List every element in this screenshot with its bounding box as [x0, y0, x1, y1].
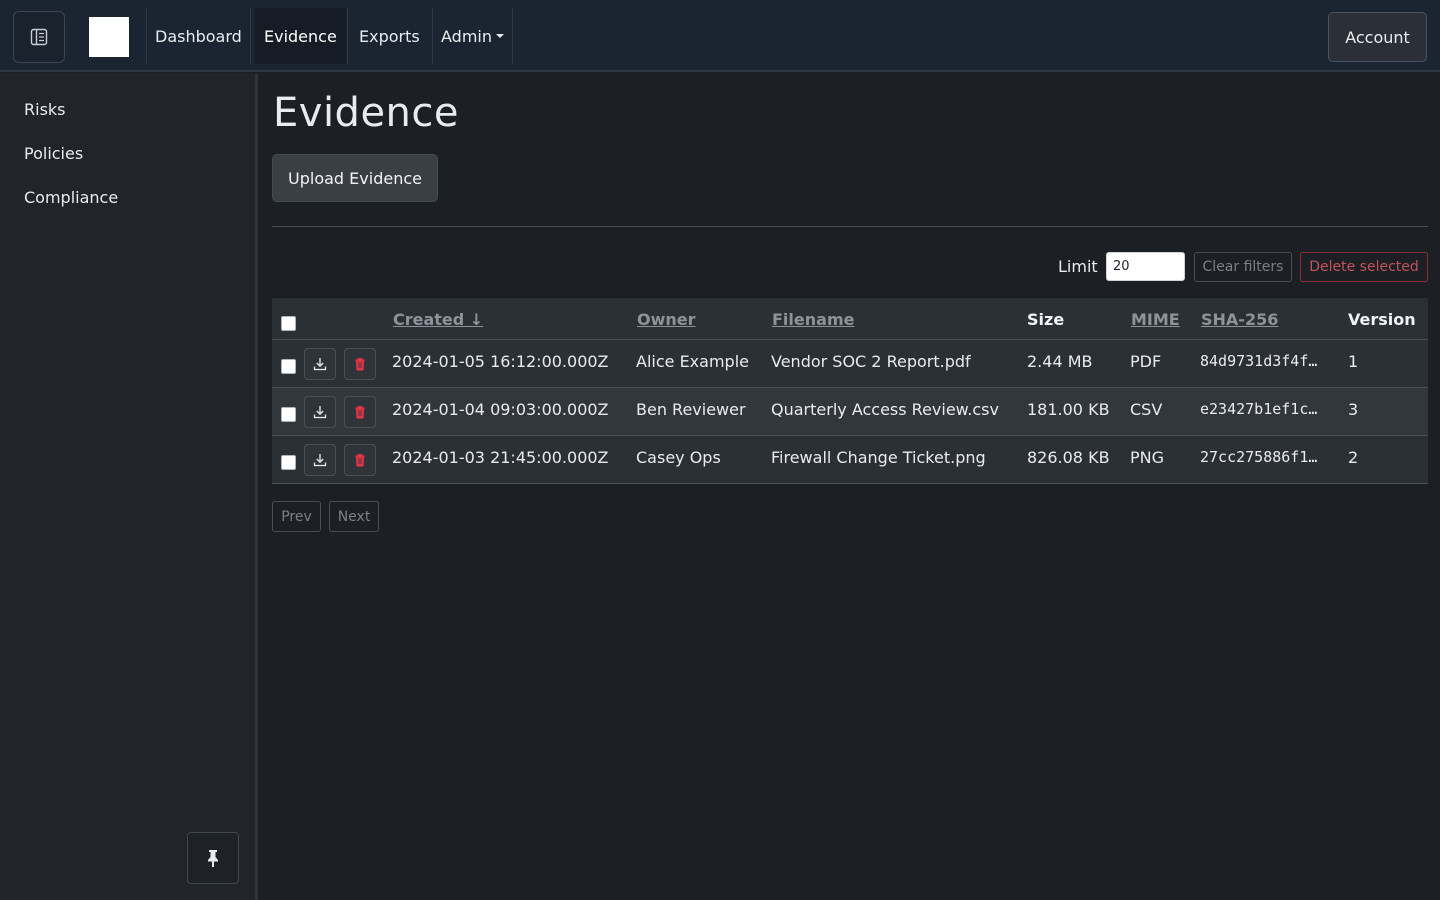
download-button[interactable] [304, 396, 336, 428]
cell-version: 1 [1348, 352, 1359, 371]
cell-version: 2 [1348, 448, 1359, 467]
cell-owner: Ben Reviewer [636, 400, 746, 419]
trash-icon [355, 454, 365, 467]
main-content: Evidence Upload Evidence Limit Clear fil… [258, 74, 1440, 900]
delete-row-button[interactable] [344, 396, 376, 428]
column-header-mime[interactable]: MIME [1131, 310, 1180, 329]
account-label: Account [1345, 27, 1410, 47]
column-header-version: Version [1348, 310, 1416, 329]
nav-divider [347, 8, 348, 64]
cell-filename: Vendor SOC 2 Report.pdf [771, 352, 971, 371]
clear-filters-label: Clear filters [1202, 259, 1284, 275]
cell-created: 2024-01-03 21:45:00.000Z [392, 448, 609, 467]
download-button[interactable] [304, 444, 336, 476]
cell-created: 2024-01-04 09:03:00.000Z [392, 400, 609, 419]
page-title: Evidence [273, 90, 460, 136]
cell-owner: Casey Ops [636, 448, 721, 467]
nav-exports-label: Exports [359, 26, 420, 46]
top-navbar: Dashboard Evidence Exports Admin Account [0, 0, 1440, 72]
cell-size: 181.00 KB [1027, 400, 1110, 419]
cell-mime: PNG [1130, 448, 1165, 467]
cell-size: 826.08 KB [1027, 448, 1110, 467]
prev-page-button[interactable]: Prev [272, 501, 321, 532]
next-page-button[interactable]: Next [329, 501, 379, 532]
cell-sha256: e23427b1ef1c… [1200, 400, 1318, 418]
delete-row-button[interactable] [344, 444, 376, 476]
pin-icon [208, 850, 218, 867]
cell-filename: Firewall Change Ticket.png [771, 448, 986, 467]
row-checkbox[interactable] [281, 455, 296, 470]
table-header-row: Created ↓ Owner Filename Size MIME SHA-2… [272, 298, 1428, 340]
brand-logo[interactable] [89, 17, 129, 57]
column-header-owner[interactable]: Owner [637, 310, 696, 329]
column-header-size: Size [1027, 310, 1065, 329]
table-row: 2024-01-05 16:12:00.000Z Alice Example V… [272, 340, 1428, 388]
nav-admin-dropdown[interactable]: Admin [432, 8, 513, 64]
sidebar-item-policies[interactable]: Policies [24, 144, 83, 163]
clear-filters-button[interactable]: Clear filters [1194, 252, 1292, 282]
trash-icon [355, 358, 365, 371]
sidebar-item-risks[interactable]: Risks [24, 100, 66, 119]
delete-selected-label: Delete selected [1309, 259, 1419, 275]
account-button[interactable]: Account [1328, 12, 1427, 62]
cell-owner: Alice Example [636, 352, 749, 371]
download-icon [313, 406, 327, 419]
column-header-sha256[interactable]: SHA-256 [1201, 310, 1278, 329]
cell-sha256: 27cc275886f1… [1200, 448, 1318, 466]
download-icon [313, 454, 327, 467]
delete-row-button[interactable] [344, 348, 376, 380]
nav-evidence[interactable]: Evidence [255, 8, 346, 64]
delete-selected-button[interactable]: Delete selected [1300, 252, 1428, 282]
download-button[interactable] [304, 348, 336, 380]
sidebar-toggle-button[interactable] [13, 11, 65, 63]
sidebar-toggle-icon [30, 28, 48, 46]
sidebar-item-compliance[interactable]: Compliance [24, 188, 118, 207]
column-header-created[interactable]: Created ↓ [393, 310, 483, 329]
cell-created: 2024-01-05 16:12:00.000Z [392, 352, 609, 371]
cell-version: 3 [1348, 400, 1359, 419]
table-row: 2024-01-03 21:45:00.000Z Casey Ops Firew… [272, 436, 1428, 484]
row-checkbox[interactable] [281, 407, 296, 422]
nav-dashboard-label: Dashboard [155, 26, 242, 46]
cell-mime: PDF [1130, 352, 1162, 371]
next-label: Next [337, 508, 371, 525]
nav-exports[interactable]: Exports [350, 8, 429, 64]
table-row: 2024-01-04 09:03:00.000Z Ben Reviewer Qu… [272, 388, 1428, 436]
pin-sidebar-button[interactable] [187, 832, 239, 884]
download-icon [313, 358, 327, 371]
limit-label: Limit [1058, 257, 1098, 276]
row-checkbox[interactable] [281, 359, 296, 374]
upload-evidence-button[interactable]: Upload Evidence [272, 154, 438, 202]
upload-evidence-label: Upload Evidence [288, 168, 422, 188]
trash-icon [355, 406, 365, 419]
prev-label: Prev [281, 508, 312, 525]
caret-down-icon [496, 34, 504, 38]
divider [272, 226, 1428, 227]
cell-size: 2.44 MB [1027, 352, 1093, 371]
cell-sha256: 84d9731d3f4f… [1200, 352, 1318, 370]
cell-mime: CSV [1130, 400, 1163, 419]
limit-input[interactable] [1106, 252, 1185, 281]
nav-divider [250, 8, 251, 64]
nav-dashboard[interactable]: Dashboard [146, 8, 251, 64]
column-header-filename[interactable]: Filename [772, 310, 854, 329]
cell-filename: Quarterly Access Review.csv [771, 400, 999, 419]
nav-evidence-label: Evidence [264, 26, 337, 46]
nav-admin-label: Admin [441, 26, 492, 46]
sidebar: Risks Policies Compliance [0, 74, 258, 900]
select-all-checkbox[interactable] [281, 316, 296, 331]
nav-divider [512, 8, 513, 64]
